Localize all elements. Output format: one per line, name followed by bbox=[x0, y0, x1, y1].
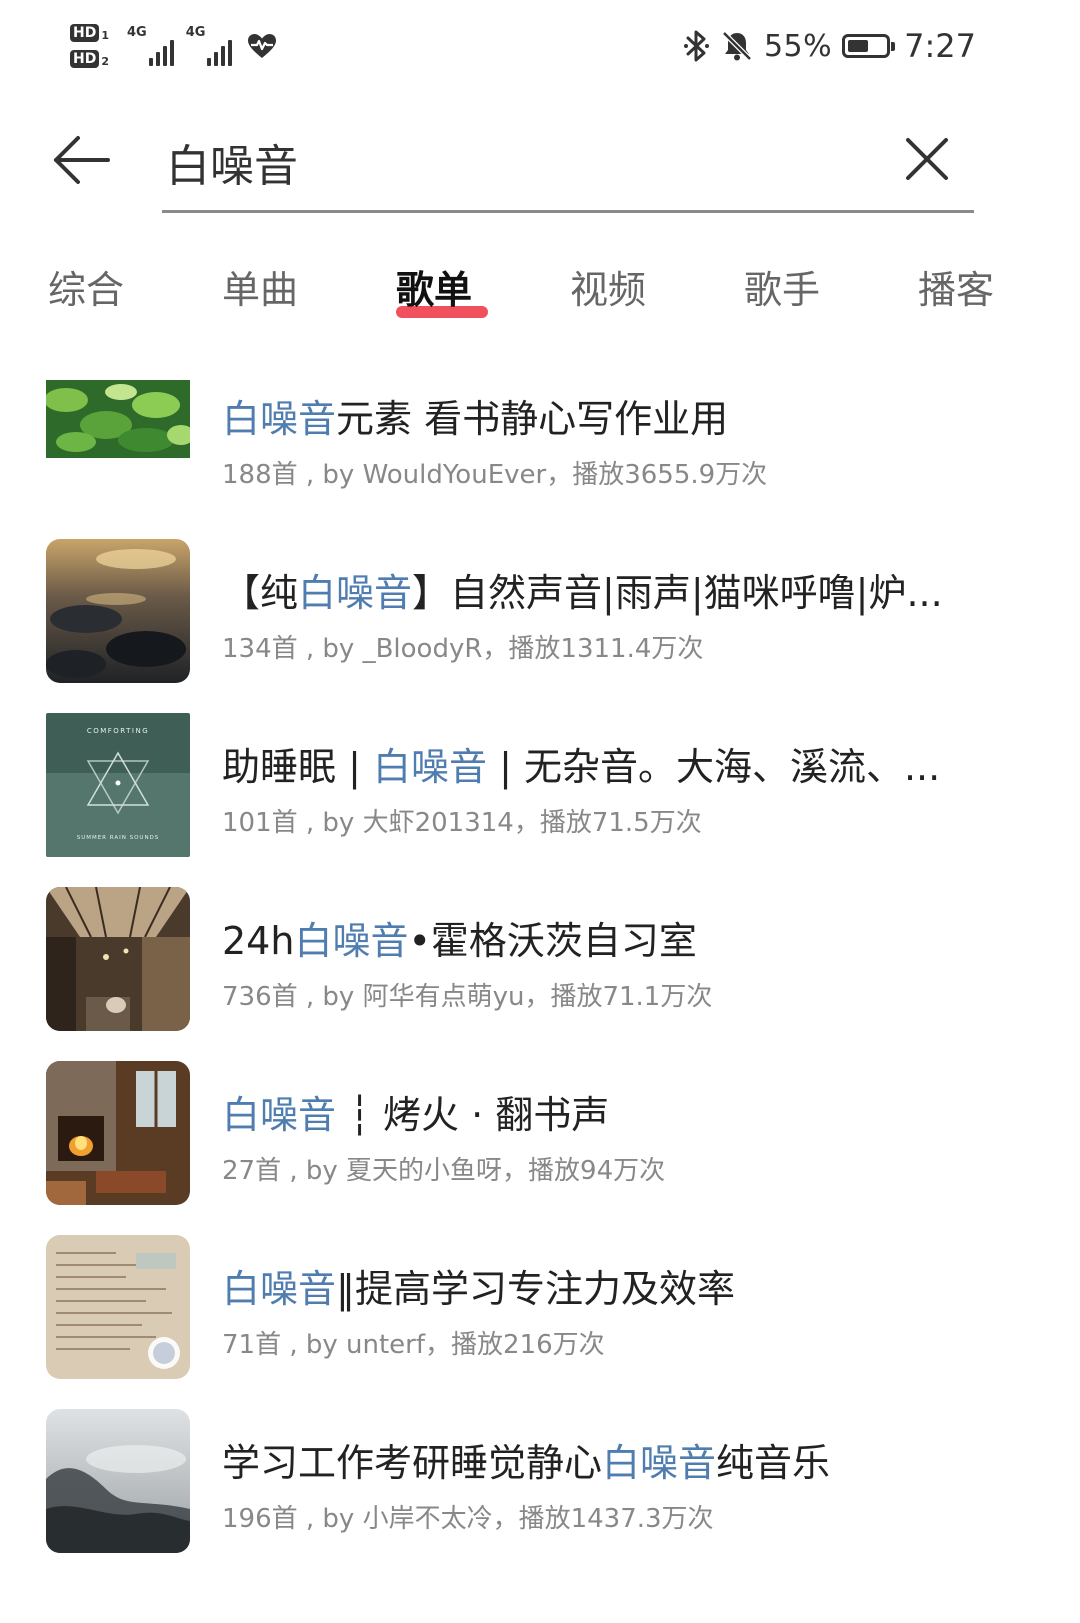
playlist-item[interactable]: COMFORTING SUMMER RAIN SOUNDS 助睡眠 | 白噪音 … bbox=[0, 708, 1080, 882]
title-text: 学习工作考研睡觉静心 bbox=[222, 1441, 603, 1485]
playlist-title: 助睡眠 | 白噪音 | 无杂音。大海、溪流、... bbox=[222, 736, 1022, 791]
battery-icon bbox=[842, 34, 896, 58]
title-highlight: 白噪音 bbox=[298, 571, 413, 615]
status-left: HD 1 HD 2 4G 4G bbox=[70, 16, 278, 76]
signal-icon: 4G bbox=[127, 26, 174, 66]
tab-label: 歌单 bbox=[395, 268, 472, 312]
bluetooth-icon bbox=[683, 30, 709, 62]
signal-icon: 4G bbox=[186, 26, 233, 66]
title-text: 助睡眠 | bbox=[222, 745, 373, 789]
network-type-2: 4G bbox=[185, 25, 206, 40]
status-right: 55% 7:27 bbox=[683, 24, 976, 68]
cover-text-top: COMFORTING bbox=[87, 727, 149, 735]
clear-search-button[interactable] bbox=[904, 136, 950, 182]
tab-songs[interactable]: 单曲 bbox=[200, 260, 320, 330]
cover-image bbox=[46, 1409, 190, 1553]
cover-image: COMFORTING SUMMER RAIN SOUNDS bbox=[46, 713, 190, 857]
search-field bbox=[162, 120, 974, 213]
playlist-meta: 134首 , by _BloodyR，播放1311.4万次 bbox=[222, 634, 704, 664]
tab-artists[interactable]: 歌手 bbox=[722, 260, 842, 330]
comforting-album-cover: COMFORTING SUMMER RAIN SOUNDS bbox=[46, 713, 190, 857]
study-notes-cover bbox=[46, 1235, 190, 1379]
title-text: 】自然声音|雨声|猫咪呼噜|炉... bbox=[412, 571, 943, 615]
title-text: | 无杂音。大海、溪流、... bbox=[486, 745, 941, 789]
playlist-item[interactable]: 白噪音 ┆ 烤火 · 翻书声 27首 , by 夏天的小鱼呀，播放94万次 bbox=[0, 1056, 1080, 1230]
playlist-meta: 736首 , by 阿华有点萌yu，播放71.1万次 bbox=[222, 982, 713, 1012]
playlist-title: 学习工作考研睡觉静心白噪音纯音乐 bbox=[222, 1432, 1022, 1487]
title-highlight: 白噪音 bbox=[602, 1441, 717, 1485]
sunset-water-cover bbox=[46, 539, 190, 683]
cover-image bbox=[46, 380, 190, 458]
playlist-meta: 71首 , by unterf，播放216万次 bbox=[222, 1330, 605, 1360]
playlist-title: 24h白噪音•霍格沃茨自习室 bbox=[222, 910, 1022, 965]
cover-image bbox=[46, 1061, 190, 1205]
cover-image bbox=[46, 1235, 190, 1379]
title-text: •霍格沃茨自习室 bbox=[408, 919, 697, 963]
tab-label: 播客 bbox=[917, 268, 994, 312]
heart-health-icon bbox=[248, 34, 277, 58]
title-text: 24h bbox=[222, 919, 295, 963]
title-highlight: 白噪音 bbox=[222, 397, 337, 441]
battery-percent: 55% bbox=[763, 28, 833, 64]
playlist-meta: 27首 , by 夏天的小鱼呀，播放94万次 bbox=[222, 1156, 666, 1186]
green-leaves-cover bbox=[46, 380, 190, 458]
tab-label: 歌手 bbox=[743, 268, 820, 312]
tab-podcasts[interactable]: 播客 bbox=[896, 260, 1016, 330]
playlist-title: 【纯白噪音】自然声音|雨声|猫咪呼噜|炉... bbox=[222, 562, 1022, 617]
title-highlight: 白噪音 bbox=[222, 1093, 337, 1137]
tab-videos[interactable]: 视频 bbox=[548, 260, 668, 330]
tab-label: 综合 bbox=[47, 268, 124, 312]
hd2-label: HD bbox=[70, 50, 100, 68]
misty-mountain-cover bbox=[46, 1409, 190, 1553]
status-bar: HD 1 HD 2 4G 4G 55% 7:27 bbox=[0, 0, 1080, 90]
hd2-num: 2 bbox=[101, 55, 109, 68]
playlist-item[interactable]: 【纯白噪音】自然声音|雨声|猫咪呼噜|炉... 134首 , by _Blood… bbox=[0, 534, 1080, 708]
playlist-item[interactable]: 学习工作考研睡觉静心白噪音纯音乐 196首 , by 小岸不太冷，播放1437.… bbox=[0, 1404, 1080, 1578]
playlist-title: 白噪音 ┆ 烤火 · 翻书声 bbox=[222, 1084, 1022, 1139]
title-highlight: 白噪音 bbox=[372, 745, 487, 789]
hd1-num: 1 bbox=[101, 29, 109, 42]
hd-indicator: HD 1 HD 2 bbox=[70, 24, 109, 68]
clock-time: 7:27 bbox=[904, 27, 976, 65]
arrow-left-icon bbox=[54, 136, 110, 184]
bell-muted-icon bbox=[722, 31, 752, 61]
result-tabs: 综合 单曲 歌单 视频 歌手 播客 bbox=[0, 260, 1080, 330]
tab-playlists[interactable]: 歌单 bbox=[374, 260, 494, 330]
fireplace-room-cover bbox=[46, 1061, 190, 1205]
close-icon bbox=[906, 138, 948, 180]
title-text: 【纯 bbox=[222, 571, 299, 615]
playlist-meta: 196首 , by 小岸不太冷，播放1437.3万次 bbox=[222, 1504, 714, 1534]
station-hall-cover bbox=[46, 887, 190, 1031]
search-input[interactable] bbox=[166, 130, 866, 194]
tab-label: 单曲 bbox=[221, 268, 298, 312]
title-text: 纯音乐 bbox=[716, 1441, 831, 1485]
title-highlight: 白噪音 bbox=[222, 1267, 337, 1311]
title-text: 元素 看书静心写作业用 bbox=[336, 397, 729, 441]
playlist-meta: 188首 , by WouldYouEver，播放3655.9万次 bbox=[222, 460, 768, 490]
hd-icon: HD 1 bbox=[70, 24, 109, 42]
search-bar bbox=[0, 120, 1080, 220]
cover-text-bottom: SUMMER RAIN SOUNDS bbox=[77, 835, 160, 841]
battery-fill bbox=[848, 40, 868, 52]
network-type-1: 4G bbox=[127, 25, 147, 40]
playlist-item[interactable]: 24h白噪音•霍格沃茨自习室 736首 , by 阿华有点萌yu，播放71.1万… bbox=[0, 882, 1080, 1056]
playlist-item[interactable]: 白噪音‖提高学习专注力及效率 71首 , by unterf，播放216万次 bbox=[0, 1230, 1080, 1404]
hd-icon: HD 2 bbox=[70, 50, 109, 68]
hd1-label: HD bbox=[70, 24, 100, 42]
title-text: ┆ 烤火 · 翻书声 bbox=[336, 1093, 610, 1137]
playlist-item[interactable]: 白噪音元素 看书静心写作业用 188首 , by WouldYouEver，播放… bbox=[0, 360, 1080, 534]
back-button[interactable] bbox=[50, 132, 114, 188]
playlist-title: 白噪音元素 看书静心写作业用 bbox=[222, 388, 1022, 443]
tab-general[interactable]: 综合 bbox=[26, 260, 146, 330]
playlist-meta: 101首 , by 大虾201314，播放71.5万次 bbox=[222, 808, 702, 838]
cover-image bbox=[46, 887, 190, 1031]
playlist-title: 白噪音‖提高学习专注力及效率 bbox=[222, 1258, 1022, 1313]
tab-label: 视频 bbox=[569, 268, 646, 312]
cover-image bbox=[46, 539, 190, 683]
title-text: ‖提高学习专注力及效率 bbox=[336, 1267, 736, 1311]
title-highlight: 白噪音 bbox=[294, 919, 409, 963]
